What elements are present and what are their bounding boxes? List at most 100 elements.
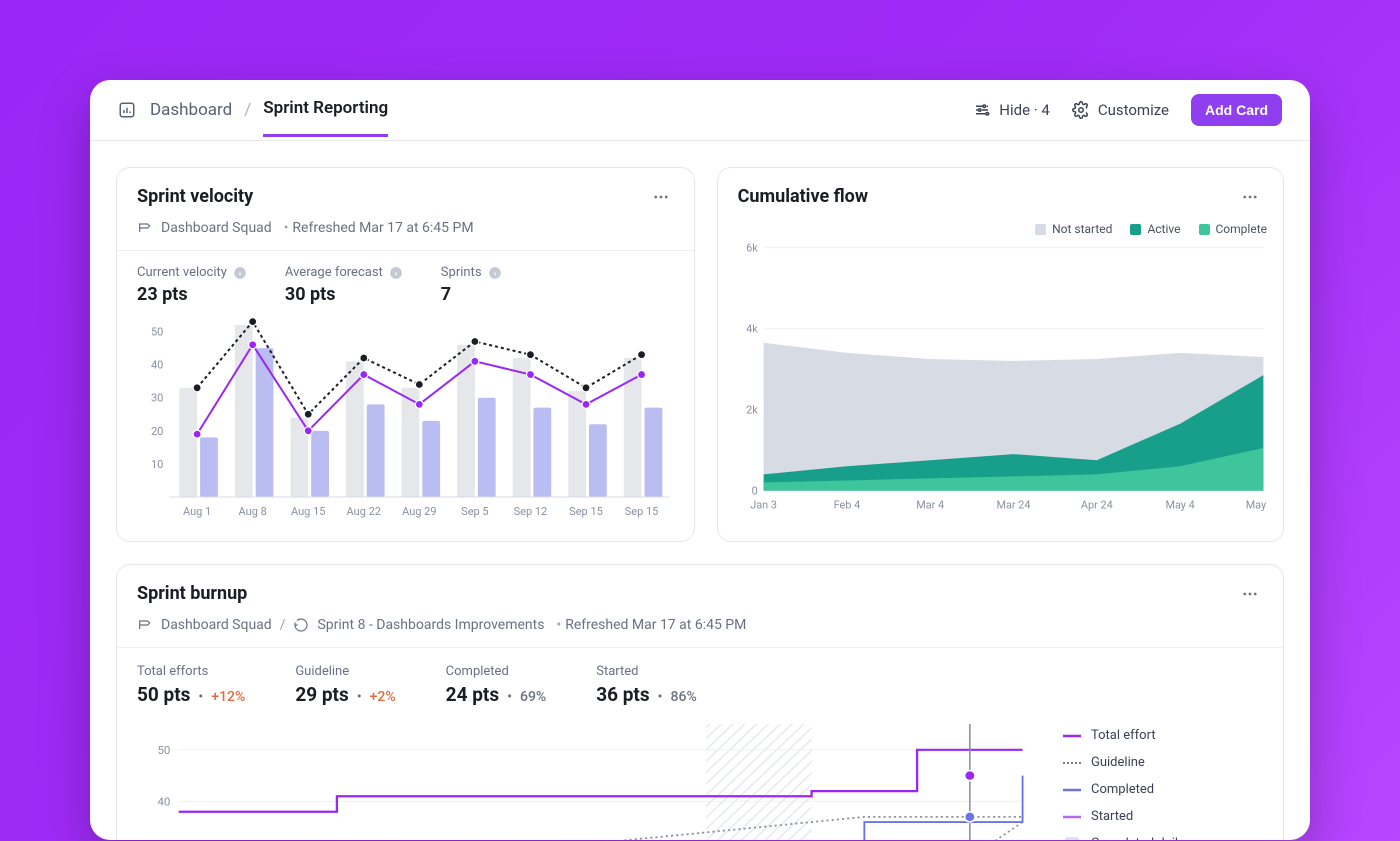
svg-text:Feb 4: Feb 4 xyxy=(833,498,860,511)
svg-text:4k: 4k xyxy=(746,323,758,336)
legend-total: Total effort xyxy=(1091,728,1156,743)
svg-text:10: 10 xyxy=(151,458,163,471)
kpi-total-pct: +12% xyxy=(211,689,245,705)
kpi-total-label: Total efforts xyxy=(137,664,245,679)
info-icon xyxy=(233,266,247,280)
kpi-start-value: 36 pts xyxy=(596,683,649,706)
burnup-sprint[interactable]: Sprint 8 - Dashboards Improvements xyxy=(317,617,544,633)
legend-daily: Completed daily xyxy=(1091,836,1184,840)
hide-label: Hide · 4 xyxy=(999,101,1050,119)
breadcrumb: Dashboard / Sprint Reporting xyxy=(118,98,388,136)
burnup-title: Sprint burnup xyxy=(137,583,247,604)
kpi-comp-value: 24 pts xyxy=(446,683,499,706)
legend-active: Active xyxy=(1147,222,1180,236)
legend-completed: Completed xyxy=(1091,782,1154,797)
svg-text:Aug 15: Aug 15 xyxy=(291,505,325,518)
svg-text:Aug 8: Aug 8 xyxy=(239,505,267,518)
add-card-button[interactable]: Add Card xyxy=(1191,94,1282,126)
burnup-chart: 304050ints xyxy=(137,718,1033,840)
hide-button[interactable]: Hide · 4 xyxy=(973,101,1050,119)
svg-text:50: 50 xyxy=(157,744,170,757)
top-actions: Hide · 4 Customize Add Card xyxy=(973,94,1282,140)
velocity-card: Sprint velocity Dashboard Squad Refreshe… xyxy=(116,167,695,542)
more-icon[interactable] xyxy=(1237,186,1263,212)
flow-chart: 02k4k6kJan 3Feb 4Mar 4Mar 24Apr 24May 4M… xyxy=(734,236,1267,516)
burnup-refreshed: Refreshed Mar 17 at 6:45 PM xyxy=(552,617,746,633)
svg-text:30: 30 xyxy=(151,392,163,405)
svg-text:6k: 6k xyxy=(746,242,758,255)
gear-icon xyxy=(1072,101,1090,119)
app-window: Dashboard / Sprint Reporting Hide · 4 Cu… xyxy=(90,80,1310,840)
more-icon[interactable] xyxy=(1237,583,1263,609)
svg-text:Mar 4: Mar 4 xyxy=(916,498,944,511)
svg-text:Jan 3: Jan 3 xyxy=(750,498,777,511)
kpi-sprints-label: Sprints xyxy=(441,265,482,280)
svg-text:2k: 2k xyxy=(746,404,758,417)
top-row: Sprint velocity Dashboard Squad Refreshe… xyxy=(116,167,1284,542)
velocity-refreshed: Refreshed Mar 17 at 6:45 PM xyxy=(280,220,474,236)
more-icon[interactable] xyxy=(648,186,674,212)
cycle-icon xyxy=(137,617,153,633)
svg-text:Aug 1: Aug 1 xyxy=(183,505,211,518)
burnup-legend: Total effort Guideline Completed Started… xyxy=(1063,718,1263,840)
flow-card: Cumulative flow Not started Active Compl… xyxy=(717,167,1284,542)
kpi-completed: Completed 24 pts•69% xyxy=(446,664,547,706)
svg-text:20: 20 xyxy=(151,425,163,438)
kpi-sprints: Sprints 7 xyxy=(441,265,502,305)
svg-text:Sep 5: Sep 5 xyxy=(461,505,488,518)
velocity-title: Sprint velocity xyxy=(137,186,253,207)
svg-text:Apr 24: Apr 24 xyxy=(1081,498,1113,511)
flow-legend: Not started Active Complete xyxy=(734,218,1267,236)
sliders-icon xyxy=(973,101,991,119)
kpi-guide-label: Guideline xyxy=(295,664,395,679)
kpi-current: Current velocity 23 pts xyxy=(137,265,247,305)
content: Sprint velocity Dashboard Squad Refreshe… xyxy=(90,141,1310,840)
kpi-average-label: Average forecast xyxy=(285,265,383,280)
customize-button[interactable]: Customize xyxy=(1072,101,1169,119)
svg-text:Sep 15: Sep 15 xyxy=(569,505,603,518)
kpi-current-value: 23 pts xyxy=(137,284,247,305)
kpi-start-label: Started xyxy=(596,664,697,679)
breadcrumb-separator: / xyxy=(244,100,251,136)
kpi-current-label: Current velocity xyxy=(137,265,227,280)
flow-title: Cumulative flow xyxy=(738,186,868,207)
svg-text:0: 0 xyxy=(751,485,757,498)
kpi-guide-pct: +2% xyxy=(370,689,396,705)
svg-text:Aug 22: Aug 22 xyxy=(347,505,381,518)
velocity-chart: 10 20 30 40 50 Aug 1 Aug 8 Aug 15 Aug 22 Aug 29 Se… xyxy=(133,311,678,521)
svg-text:Aug 29: Aug 29 xyxy=(402,505,436,518)
legend-not-started: Not started xyxy=(1052,222,1112,236)
info-icon xyxy=(488,266,502,280)
kpi-total-value: 50 pts xyxy=(137,683,190,706)
kpi-comp-pct: 69% xyxy=(520,689,546,705)
kpi-started: Started 36 pts•86% xyxy=(596,664,697,706)
sprint-icon xyxy=(293,617,309,633)
breadcrumb-current[interactable]: Sprint Reporting xyxy=(263,98,388,137)
svg-text:Sep 12: Sep 12 xyxy=(514,505,548,518)
kpi-guide-value: 29 pts xyxy=(295,683,348,706)
topbar: Dashboard / Sprint Reporting Hide · 4 Cu… xyxy=(90,80,1310,141)
cycle-icon xyxy=(137,220,153,236)
svg-text:May 15: May 15 xyxy=(1245,498,1267,511)
legend-complete: Complete xyxy=(1216,222,1268,236)
svg-text:Sep 15: Sep 15 xyxy=(625,505,659,518)
legend-started: Started xyxy=(1091,809,1133,824)
burnup-subheader: Dashboard Squad / Sprint 8 - Dashboards … xyxy=(117,617,1283,647)
svg-text:50: 50 xyxy=(151,326,163,339)
chart-bar-icon xyxy=(118,109,136,127)
kpi-total: Total efforts 50 pts•+12% xyxy=(137,664,245,706)
kpi-comp-label: Completed xyxy=(446,664,547,679)
kpi-average-value: 30 pts xyxy=(285,284,403,305)
kpi-sprints-value: 7 xyxy=(441,284,502,305)
burnup-squad[interactable]: Dashboard Squad xyxy=(161,617,272,633)
velocity-subheader: Dashboard Squad Refreshed Mar 17 at 6:45… xyxy=(117,220,694,250)
kpi-guideline: Guideline 29 pts•+2% xyxy=(295,664,395,706)
kpi-average: Average forecast 30 pts xyxy=(285,265,403,305)
svg-text:40: 40 xyxy=(151,359,163,372)
legend-guideline: Guideline xyxy=(1091,755,1145,770)
velocity-squad: Dashboard Squad xyxy=(161,220,272,236)
velocity-kpis: Current velocity 23 pts Average forecast… xyxy=(117,250,694,311)
burnup-kpis: Total efforts 50 pts•+12% Guideline 29 p… xyxy=(117,647,1283,718)
svg-text:May 4: May 4 xyxy=(1165,498,1194,511)
breadcrumb-root[interactable]: Dashboard xyxy=(150,100,232,136)
